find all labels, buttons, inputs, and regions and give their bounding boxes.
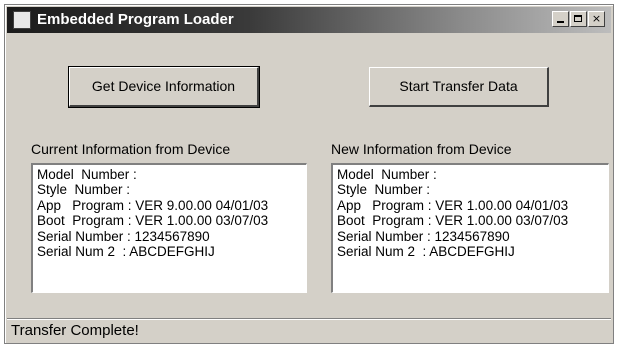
current-serial-num-2: Serial Num 2 : ABCDEFGHIJ [37,244,215,260]
new-serial-number: Serial Number : 1234567890 [337,228,510,244]
maximize-icon [574,15,582,22]
current-boot-program: Boot Program : VER 1.00.00 03/07/03 [37,213,269,229]
maximize-button[interactable] [570,11,587,27]
current-serial-number: Serial Number : 1234567890 [37,228,210,244]
current-model-number: Model Number : [37,167,137,182]
close-icon: × [591,12,602,25]
close-button[interactable]: × [588,11,605,27]
get-device-information-button[interactable]: Get Device Information [68,66,260,108]
new-info-label: New Information from Device [331,141,512,157]
current-app-program: App Program : VER 9.00.00 04/01/03 [37,197,269,213]
current-info-label: Current Information from Device [31,141,231,157]
window-title: Embedded Program Loader [37,11,234,28]
minimize-icon [557,21,564,23]
new-model-number: Model Number : [337,167,437,182]
new-app-program: App Program : VER 1.00.00 04/01/03 [337,197,569,213]
minimize-button[interactable] [552,11,569,27]
start-transfer-data-button[interactable]: Start Transfer Data [369,67,549,107]
new-serial-num-2: Serial Num 2 : ABCDEFGHIJ [337,244,515,260]
new-style-number: Style Number : [337,182,431,198]
new-info-box[interactable]: Model Number : Style Number : App Progra… [331,163,609,293]
status-bar: Transfer Complete! [7,318,611,343]
app-icon [13,11,31,29]
new-boot-program: Boot Program : VER 1.00.00 03/07/03 [337,213,569,229]
current-style-number: Style Number : [37,182,131,198]
status-text: Transfer Complete! [11,322,139,339]
title-bar[interactable]: Embedded Program Loader × [7,7,611,33]
current-info-box[interactable]: Model Number : Style Number : App Progra… [31,163,307,293]
main-window: Embedded Program Loader × Get Device Inf… [4,4,614,344]
